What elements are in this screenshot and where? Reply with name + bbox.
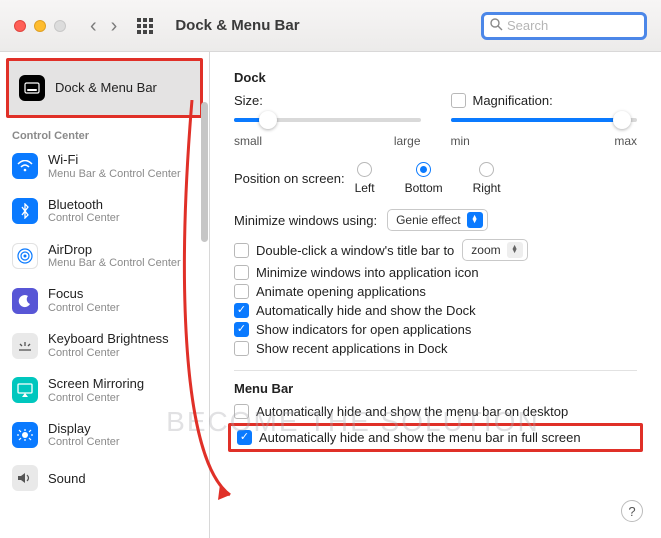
size-max-label: large (394, 134, 421, 148)
sidebar-item-wifi[interactable]: Wi-FiMenu Bar & Control Center (0, 144, 209, 189)
body: Dock & Menu Bar Control Center Wi-FiMenu… (0, 52, 661, 538)
size-slider[interactable] (234, 108, 421, 132)
magnification-slider[interactable] (451, 108, 638, 132)
sidebar-scrollbar[interactable] (201, 102, 208, 242)
search-input[interactable] (507, 18, 638, 33)
magnification-group: Magnification: min max (451, 93, 638, 148)
sidebar-item-label: AirDrop (48, 242, 181, 258)
sidebar-item-dock-menu-bar[interactable]: Dock & Menu Bar (6, 58, 203, 118)
double-click-value: zoom (471, 243, 500, 257)
sidebar-item-label: Dock & Menu Bar (55, 80, 157, 96)
dock-heading: Dock (234, 70, 637, 85)
size-group: Size: small large (234, 93, 421, 148)
sidebar-item-label: Display (48, 421, 120, 437)
magnification-label: Magnification: (473, 93, 553, 108)
search-field-wrap[interactable] (481, 12, 647, 40)
position-bottom-label: Bottom (405, 181, 443, 195)
sidebar-item-airdrop[interactable]: AirDropMenu Bar & Control Center (0, 234, 209, 279)
sidebar-item-sub: Control Center (48, 212, 120, 225)
focus-icon (12, 288, 38, 314)
position-right-radio[interactable] (479, 162, 494, 177)
help-button[interactable]: ? (621, 500, 643, 522)
zoom-window-button[interactable] (54, 20, 66, 32)
sidebar-item-label: Keyboard Brightness (48, 331, 169, 347)
toolbar: ‹ › Dock & Menu Bar (0, 0, 661, 52)
window-title: Dock & Menu Bar (175, 17, 299, 34)
position-label: Position on screen: (234, 171, 345, 186)
recent-apps-checkbox[interactable] (234, 341, 249, 356)
sidebar-item-sub: Menu Bar & Control Center (48, 168, 181, 181)
sidebar-item-sub: Control Center (48, 347, 169, 360)
close-window-button[interactable] (14, 20, 26, 32)
animate-checkbox[interactable] (234, 284, 249, 299)
chevron-updown-icon: ▲▼ (467, 212, 483, 228)
watermark: BECOME THE SOLUTION (166, 406, 540, 438)
magnification-checkbox[interactable] (451, 93, 466, 108)
display-icon (12, 422, 38, 448)
position-left-label: Left (355, 181, 375, 195)
window-controls (14, 20, 66, 32)
sidebar-item-keyboard-brightness[interactable]: Keyboard BrightnessControl Center (0, 323, 209, 368)
wifi-icon (12, 153, 38, 179)
dock-icon (19, 75, 45, 101)
search-icon (490, 18, 503, 34)
sidebar-item-label: Wi-Fi (48, 152, 181, 168)
position-left-radio[interactable] (357, 162, 372, 177)
sidebar-item-label: Screen Mirroring (48, 376, 144, 392)
sound-icon (12, 465, 38, 491)
menu-bar-heading: Menu Bar (234, 381, 637, 396)
animate-label: Animate opening applications (256, 284, 426, 299)
indicators-checkbox[interactable] (234, 322, 249, 337)
screen-mirroring-icon (12, 377, 38, 403)
sidebar-item-sub: Control Center (48, 392, 144, 405)
prefs-window: ‹ › Dock & Menu Bar Dock & Menu Bar Cont… (0, 0, 661, 538)
sidebar-section-control-center: Control Center (0, 124, 209, 144)
mag-min-label: min (451, 134, 470, 148)
size-label: Size: (234, 93, 421, 108)
double-click-checkbox[interactable] (234, 243, 249, 258)
autohide-dock-label: Automatically hide and show the Dock (256, 303, 476, 318)
sidebar: Dock & Menu Bar Control Center Wi-FiMenu… (0, 52, 210, 538)
double-click-select[interactable]: zoom ▲▼ (462, 239, 527, 261)
sidebar-item-label: Sound (48, 471, 86, 487)
indicators-label: Show indicators for open applications (256, 322, 471, 337)
sidebar-item-sub: Control Center (48, 436, 120, 449)
mag-max-label: max (614, 134, 637, 148)
bluetooth-icon (12, 198, 38, 224)
forward-button[interactable]: › (111, 16, 118, 36)
keyboard-brightness-icon (12, 333, 38, 359)
chevron-updown-icon: ▲▼ (507, 242, 523, 258)
minimize-using-select[interactable]: Genie effect ▲▼ (387, 209, 488, 231)
recent-apps-label: Show recent applications in Dock (256, 341, 448, 356)
airdrop-icon (12, 243, 38, 269)
sidebar-item-sub: Menu Bar & Control Center (48, 257, 181, 270)
sidebar-item-sound[interactable]: Sound (0, 457, 209, 499)
minimize-window-button[interactable] (34, 20, 46, 32)
sidebar-item-label: Focus (48, 286, 120, 302)
position-bottom-radio[interactable] (416, 162, 431, 177)
sidebar-item-sub: Control Center (48, 302, 120, 315)
nav-arrows: ‹ › (90, 16, 117, 36)
sidebar-item-label: Bluetooth (48, 197, 120, 213)
size-min-label: small (234, 134, 262, 148)
sidebar-item-focus[interactable]: FocusControl Center (0, 278, 209, 323)
minimize-using-label: Minimize windows using: (234, 213, 377, 228)
main-panel: Dock Size: small large (210, 52, 661, 538)
back-button[interactable]: ‹ (90, 16, 97, 36)
sidebar-item-bluetooth[interactable]: BluetoothControl Center (0, 189, 209, 234)
autohide-dock-checkbox[interactable] (234, 303, 249, 318)
minimize-into-icon-label: Minimize windows into application icon (256, 265, 479, 280)
position-radio-group: Left Bottom Right (355, 162, 501, 195)
double-click-label: Double-click a window's title bar to (256, 243, 454, 258)
position-right-label: Right (473, 181, 501, 195)
minimize-into-icon-checkbox[interactable] (234, 265, 249, 280)
show-all-icon[interactable] (137, 18, 153, 34)
minimize-using-value: Genie effect (396, 213, 461, 227)
